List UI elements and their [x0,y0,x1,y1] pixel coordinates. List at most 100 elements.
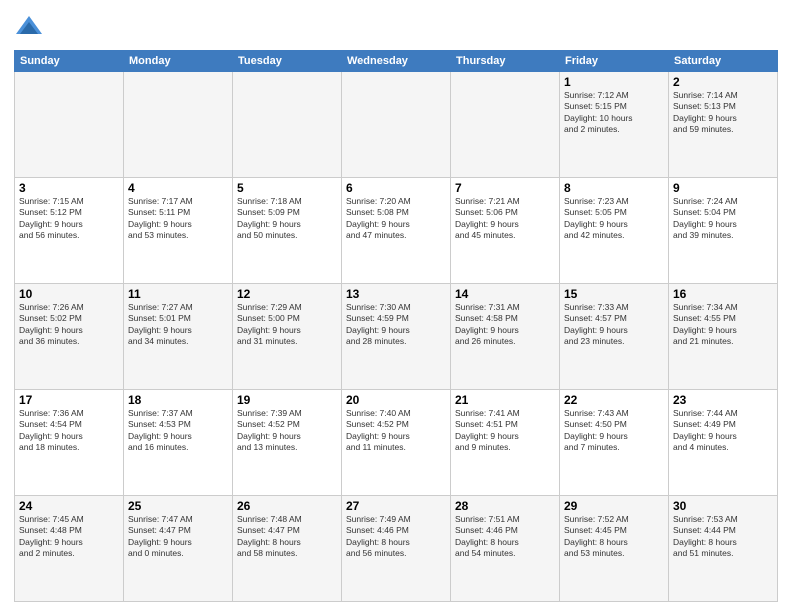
day-number: 11 [128,287,228,301]
day-number: 22 [564,393,664,407]
day-header-saturday: Saturday [669,51,778,72]
day-number: 12 [237,287,337,301]
calendar-cell: 30Sunrise: 7:53 AM Sunset: 4:44 PM Dayli… [669,496,778,602]
day-number: 21 [455,393,555,407]
day-info: Sunrise: 7:33 AM Sunset: 4:57 PM Dayligh… [564,302,664,348]
calendar-cell: 18Sunrise: 7:37 AM Sunset: 4:53 PM Dayli… [124,390,233,496]
day-info: Sunrise: 7:43 AM Sunset: 4:50 PM Dayligh… [564,408,664,454]
calendar-cell: 13Sunrise: 7:30 AM Sunset: 4:59 PM Dayli… [342,284,451,390]
day-info: Sunrise: 7:47 AM Sunset: 4:47 PM Dayligh… [128,514,228,560]
day-number: 26 [237,499,337,513]
day-info: Sunrise: 7:29 AM Sunset: 5:00 PM Dayligh… [237,302,337,348]
calendar-cell [342,72,451,178]
day-number: 25 [128,499,228,513]
calendar-cell [451,72,560,178]
day-info: Sunrise: 7:21 AM Sunset: 5:06 PM Dayligh… [455,196,555,242]
calendar-cell: 4Sunrise: 7:17 AM Sunset: 5:11 PM Daylig… [124,178,233,284]
day-number: 7 [455,181,555,195]
day-info: Sunrise: 7:34 AM Sunset: 4:55 PM Dayligh… [673,302,773,348]
calendar-cell: 28Sunrise: 7:51 AM Sunset: 4:46 PM Dayli… [451,496,560,602]
day-header-monday: Monday [124,51,233,72]
day-info: Sunrise: 7:27 AM Sunset: 5:01 PM Dayligh… [128,302,228,348]
day-number: 16 [673,287,773,301]
page: SundayMondayTuesdayWednesdayThursdayFrid… [0,0,792,612]
week-row-1: 3Sunrise: 7:15 AM Sunset: 5:12 PM Daylig… [15,178,778,284]
day-info: Sunrise: 7:41 AM Sunset: 4:51 PM Dayligh… [455,408,555,454]
day-number: 8 [564,181,664,195]
calendar-cell [124,72,233,178]
calendar-cell: 17Sunrise: 7:36 AM Sunset: 4:54 PM Dayli… [15,390,124,496]
day-number: 4 [128,181,228,195]
day-info: Sunrise: 7:53 AM Sunset: 4:44 PM Dayligh… [673,514,773,560]
logo [14,14,48,44]
calendar-cell [233,72,342,178]
day-header-friday: Friday [560,51,669,72]
day-info: Sunrise: 7:39 AM Sunset: 4:52 PM Dayligh… [237,408,337,454]
day-number: 15 [564,287,664,301]
day-info: Sunrise: 7:15 AM Sunset: 5:12 PM Dayligh… [19,196,119,242]
calendar-cell: 10Sunrise: 7:26 AM Sunset: 5:02 PM Dayli… [15,284,124,390]
day-info: Sunrise: 7:44 AM Sunset: 4:49 PM Dayligh… [673,408,773,454]
calendar-cell: 22Sunrise: 7:43 AM Sunset: 4:50 PM Dayli… [560,390,669,496]
week-row-3: 17Sunrise: 7:36 AM Sunset: 4:54 PM Dayli… [15,390,778,496]
day-info: Sunrise: 7:26 AM Sunset: 5:02 PM Dayligh… [19,302,119,348]
calendar-cell: 9Sunrise: 7:24 AM Sunset: 5:04 PM Daylig… [669,178,778,284]
day-number: 30 [673,499,773,513]
day-info: Sunrise: 7:17 AM Sunset: 5:11 PM Dayligh… [128,196,228,242]
day-number: 24 [19,499,119,513]
day-info: Sunrise: 7:12 AM Sunset: 5:15 PM Dayligh… [564,90,664,136]
day-info: Sunrise: 7:49 AM Sunset: 4:46 PM Dayligh… [346,514,446,560]
day-info: Sunrise: 7:40 AM Sunset: 4:52 PM Dayligh… [346,408,446,454]
calendar-cell: 26Sunrise: 7:48 AM Sunset: 4:47 PM Dayli… [233,496,342,602]
day-info: Sunrise: 7:24 AM Sunset: 5:04 PM Dayligh… [673,196,773,242]
calendar-cell: 23Sunrise: 7:44 AM Sunset: 4:49 PM Dayli… [669,390,778,496]
day-number: 5 [237,181,337,195]
day-info: Sunrise: 7:36 AM Sunset: 4:54 PM Dayligh… [19,408,119,454]
day-header-tuesday: Tuesday [233,51,342,72]
logo-icon [14,14,44,44]
calendar-cell: 8Sunrise: 7:23 AM Sunset: 5:05 PM Daylig… [560,178,669,284]
calendar-cell: 3Sunrise: 7:15 AM Sunset: 5:12 PM Daylig… [15,178,124,284]
day-number: 2 [673,75,773,89]
calendar-cell: 29Sunrise: 7:52 AM Sunset: 4:45 PM Dayli… [560,496,669,602]
calendar-header-row: SundayMondayTuesdayWednesdayThursdayFrid… [15,51,778,72]
calendar-cell: 20Sunrise: 7:40 AM Sunset: 4:52 PM Dayli… [342,390,451,496]
day-info: Sunrise: 7:23 AM Sunset: 5:05 PM Dayligh… [564,196,664,242]
header [14,10,778,44]
day-info: Sunrise: 7:31 AM Sunset: 4:58 PM Dayligh… [455,302,555,348]
calendar-cell: 7Sunrise: 7:21 AM Sunset: 5:06 PM Daylig… [451,178,560,284]
calendar-table: SundayMondayTuesdayWednesdayThursdayFrid… [14,50,778,602]
day-number: 23 [673,393,773,407]
week-row-4: 24Sunrise: 7:45 AM Sunset: 4:48 PM Dayli… [15,496,778,602]
day-number: 28 [455,499,555,513]
calendar-cell: 21Sunrise: 7:41 AM Sunset: 4:51 PM Dayli… [451,390,560,496]
day-header-wednesday: Wednesday [342,51,451,72]
day-number: 18 [128,393,228,407]
day-number: 10 [19,287,119,301]
calendar-cell: 1Sunrise: 7:12 AM Sunset: 5:15 PM Daylig… [560,72,669,178]
day-number: 1 [564,75,664,89]
day-number: 14 [455,287,555,301]
calendar-cell: 25Sunrise: 7:47 AM Sunset: 4:47 PM Dayli… [124,496,233,602]
calendar-cell: 27Sunrise: 7:49 AM Sunset: 4:46 PM Dayli… [342,496,451,602]
day-info: Sunrise: 7:20 AM Sunset: 5:08 PM Dayligh… [346,196,446,242]
day-number: 27 [346,499,446,513]
day-header-thursday: Thursday [451,51,560,72]
calendar-cell: 12Sunrise: 7:29 AM Sunset: 5:00 PM Dayli… [233,284,342,390]
calendar-cell: 2Sunrise: 7:14 AM Sunset: 5:13 PM Daylig… [669,72,778,178]
day-info: Sunrise: 7:18 AM Sunset: 5:09 PM Dayligh… [237,196,337,242]
calendar-cell: 5Sunrise: 7:18 AM Sunset: 5:09 PM Daylig… [233,178,342,284]
day-number: 13 [346,287,446,301]
day-info: Sunrise: 7:51 AM Sunset: 4:46 PM Dayligh… [455,514,555,560]
day-number: 20 [346,393,446,407]
day-number: 9 [673,181,773,195]
day-number: 17 [19,393,119,407]
day-number: 29 [564,499,664,513]
day-info: Sunrise: 7:48 AM Sunset: 4:47 PM Dayligh… [237,514,337,560]
day-info: Sunrise: 7:37 AM Sunset: 4:53 PM Dayligh… [128,408,228,454]
day-number: 6 [346,181,446,195]
day-info: Sunrise: 7:45 AM Sunset: 4:48 PM Dayligh… [19,514,119,560]
calendar-cell: 15Sunrise: 7:33 AM Sunset: 4:57 PM Dayli… [560,284,669,390]
day-info: Sunrise: 7:52 AM Sunset: 4:45 PM Dayligh… [564,514,664,560]
calendar-cell [15,72,124,178]
